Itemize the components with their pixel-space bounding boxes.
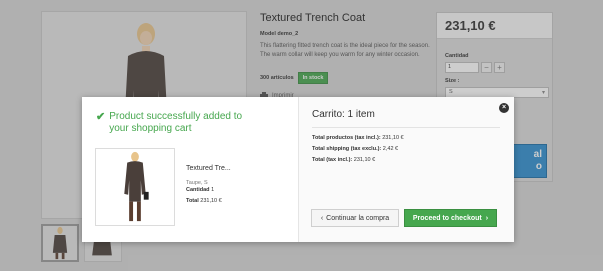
added-product-total: Total 231,10 €	[186, 198, 222, 204]
success-message: ✔ Product successfully added to your sho…	[96, 111, 249, 135]
success-text: Product successfully added to your shopp…	[109, 111, 243, 134]
check-icon: ✔	[96, 111, 106, 123]
total-label: Total	[186, 198, 199, 204]
added-product-image	[95, 148, 175, 226]
added-product-attributes: Taupe, S	[186, 180, 208, 186]
row-value: 231,10 €	[382, 135, 404, 141]
cart-divider	[312, 127, 500, 128]
chevron-right-icon: ›	[485, 214, 489, 222]
chevron-left-icon: ‹	[320, 214, 324, 222]
modal-product-panel: ✔ Product successfully added to your sho…	[82, 97, 298, 242]
total-value: 231,10 €	[200, 198, 222, 204]
cart-row-total: Total (tax incl.): 231,10 €	[312, 157, 375, 163]
added-product-name: Textured Tre...	[186, 165, 231, 172]
cart-title: Carrito: 1 item	[312, 109, 375, 120]
coat-image	[124, 151, 149, 222]
row-value: 2,42 €	[382, 146, 399, 152]
row-label: Total (tax incl.):	[312, 157, 353, 163]
cart-confirmation-modal: ✔ Product successfully added to your sho…	[82, 97, 514, 242]
close-icon[interactable]: ×	[499, 103, 509, 113]
row-value: 231,10 €	[353, 157, 376, 163]
row-label: Total productos (tax incl.):	[312, 135, 381, 141]
cart-row-products: Total productos (tax incl.): 231,10 €	[312, 135, 404, 141]
checkout-label: Proceed to checkout	[412, 214, 482, 222]
cart-row-shipping: Total shipping (tax exclu.): 2,42 €	[312, 146, 398, 152]
row-label: Total shipping (tax exclu.):	[312, 146, 382, 152]
continue-label: Continuar la compra	[326, 214, 390, 222]
proceed-to-checkout-button[interactable]: Proceed to checkout ›	[404, 209, 497, 227]
added-product-quantity: Cantidad 1	[186, 187, 214, 193]
qty-label: Cantidad	[186, 187, 210, 193]
qty-value: 1	[211, 187, 215, 193]
continue-shopping-button[interactable]: ‹ Continuar la compra	[311, 209, 399, 227]
